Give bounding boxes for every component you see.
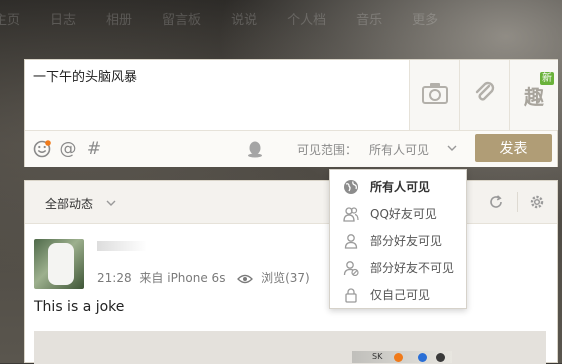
visibility-option-label: 部分好友可见 bbox=[370, 234, 443, 248]
qq-penguin-icon[interactable] bbox=[246, 140, 264, 158]
visibility-select[interactable]: 所有人可见 bbox=[369, 141, 429, 158]
visibility-option-private[interactable]: 仅自己可见 bbox=[330, 281, 466, 308]
nav-item-home[interactable]: 主页 bbox=[0, 9, 35, 28]
visibility-option-label: 仅自己可见 bbox=[370, 288, 431, 302]
tray-app-icon[interactable] bbox=[418, 353, 427, 362]
chevron-down-icon[interactable] bbox=[446, 140, 458, 159]
mention-icon[interactable]: @ bbox=[59, 139, 77, 159]
post-source: 来自 iPhone 6s bbox=[139, 271, 226, 285]
visibility-option-label: 所有人可见 bbox=[370, 180, 431, 194]
post-time: 21:28 bbox=[97, 271, 132, 285]
lock-icon bbox=[343, 287, 359, 303]
paperclip-icon bbox=[473, 81, 497, 109]
tray-label: SK bbox=[372, 352, 383, 361]
post-button[interactable]: 发表 bbox=[475, 134, 552, 162]
post-views: 浏览(37) bbox=[261, 271, 310, 285]
nav-item-music[interactable]: 音乐 bbox=[341, 9, 397, 28]
nav-item-blog[interactable]: 日志 bbox=[35, 9, 91, 28]
person-icon bbox=[343, 233, 359, 249]
nav-item-more[interactable]: 更多 bbox=[397, 9, 453, 28]
visibility-option-exclude-friends[interactable]: 部分好友不可见 bbox=[330, 254, 466, 281]
nav-item-album[interactable]: 相册 bbox=[91, 9, 147, 28]
nav-item-guestbook[interactable]: 留言板 bbox=[147, 9, 216, 28]
status-text-input[interactable]: 一下午的头脑风暴 bbox=[25, 60, 410, 130]
post-content: This is a joke bbox=[34, 299, 125, 315]
visibility-label: 可见范围： bbox=[297, 143, 358, 157]
chevron-down-icon[interactable] bbox=[105, 195, 117, 214]
visibility-option-label: QQ好友可见 bbox=[370, 207, 437, 221]
system-tray: SK bbox=[352, 351, 452, 363]
new-badge: 新 bbox=[540, 72, 554, 85]
hashtag-icon[interactable]: # bbox=[85, 139, 103, 159]
gear-icon[interactable] bbox=[528, 193, 546, 211]
person-block-icon bbox=[343, 260, 359, 276]
camera-icon bbox=[422, 82, 448, 108]
feed-filter[interactable]: 全部动态 bbox=[45, 195, 93, 212]
friends-icon bbox=[343, 206, 359, 222]
link-button[interactable] bbox=[459, 60, 510, 130]
photo-button[interactable] bbox=[409, 60, 460, 130]
visibility-option-label: 部分好友不可见 bbox=[370, 261, 455, 275]
nav-item-profile[interactable]: 个人档 bbox=[272, 9, 341, 28]
visibility-option-all[interactable]: 所有人可见 bbox=[330, 173, 466, 200]
composer-toolbar: @ # 可见范围： 所有人可见 发表 bbox=[25, 130, 557, 167]
username-redacted bbox=[97, 241, 147, 251]
visibility-option-qq-friends[interactable]: QQ好友可见 bbox=[330, 200, 466, 227]
tray-app-icon[interactable] bbox=[394, 353, 403, 362]
emoji-icon[interactable] bbox=[33, 140, 51, 158]
visibility-option-some-friends[interactable]: 部分好友可见 bbox=[330, 227, 466, 254]
refresh-icon[interactable] bbox=[487, 193, 505, 211]
feed-header: 全部动态 bbox=[25, 181, 557, 224]
feed-panel: 全部动态 21:28 来自 iPhone 6s 浏览(37) This is a… bbox=[24, 180, 558, 364]
fun-button[interactable]: 趣 新 bbox=[509, 60, 558, 130]
post-meta: 21:28 来自 iPhone 6s 浏览(37) bbox=[97, 269, 310, 286]
avatar[interactable] bbox=[34, 239, 84, 289]
top-nav: 主页 日志 相册 留言板 说说 个人档 音乐 更多 bbox=[0, 0, 562, 36]
visibility-dropdown: 所有人可见 QQ好友可见 部分好友可见 部分好友不可见 仅自己可见 bbox=[329, 169, 467, 309]
globe-icon bbox=[343, 179, 359, 195]
post-image[interactable] bbox=[34, 331, 546, 364]
header-divider bbox=[517, 192, 518, 212]
tray-app-icon[interactable] bbox=[436, 353, 445, 362]
status-composer: 一下午的头脑风暴 趣 新 @ # 可见范围： 所有人可见 发表 bbox=[24, 59, 558, 167]
nav-item-moments[interactable]: 说说 bbox=[216, 9, 272, 28]
eye-icon bbox=[237, 271, 257, 285]
